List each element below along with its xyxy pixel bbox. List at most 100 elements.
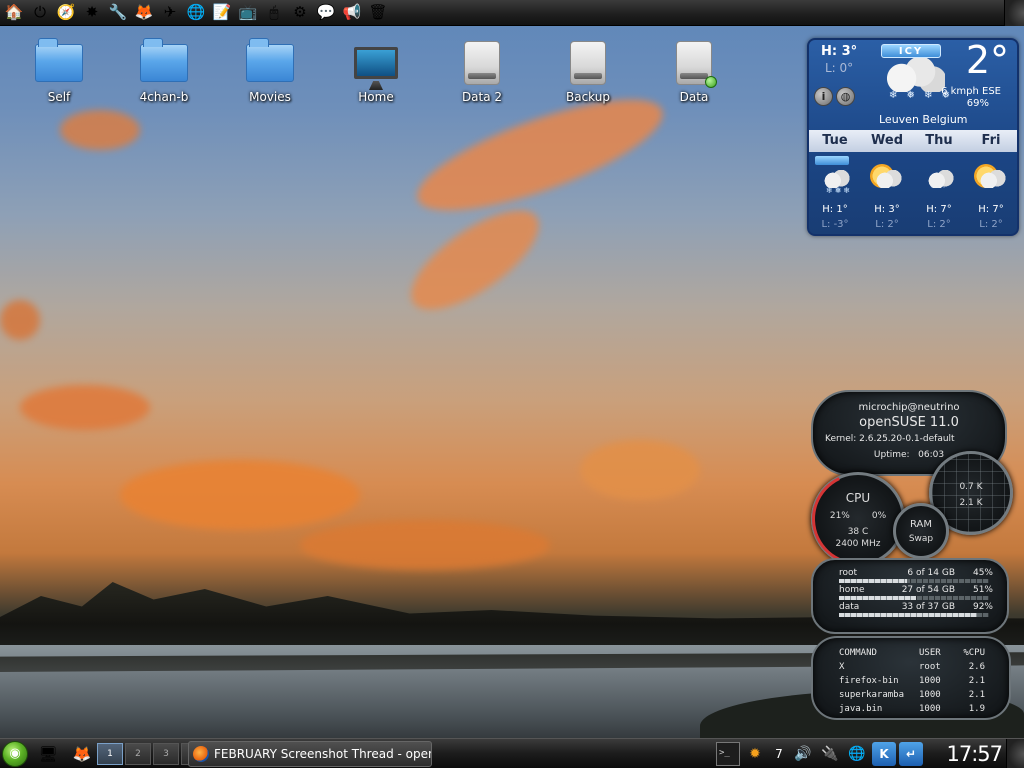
forecast-days: Tue Wed Thu Fri [809, 130, 1017, 152]
disk-row-home: home 27 of 54 GB 51% [839, 585, 993, 595]
globe-icon[interactable]: 🌐 [184, 1, 208, 25]
process-cpu: 2.6 [968, 662, 985, 672]
emblem-icon[interactable]: ✸ [80, 1, 104, 25]
process-row: superkaramba 1000 2.1 [839, 688, 999, 702]
clock[interactable]: 17:57 [946, 739, 1003, 768]
desktop-icon-data[interactable]: Data [649, 36, 739, 104]
compass-icon[interactable]: 🧭 [54, 1, 78, 25]
folder-icon [246, 38, 294, 82]
kickoff-menu-button[interactable]: ◉ [2, 741, 28, 767]
forecast-thu: ˙˙˙ H: 7° L: 2° [913, 154, 965, 232]
megaphone-icon[interactable]: 📢 [340, 1, 364, 25]
process-list-panel: COMMAND USER %CPU Xroot 2.6 firefox-bin 100… [811, 636, 1011, 720]
terminal-icon[interactable]: >_ [716, 742, 740, 766]
humidity: 69% [966, 98, 989, 109]
klipper-icon[interactable]: K [872, 742, 896, 766]
firefox-icon[interactable]: 🦊 [132, 1, 156, 25]
column-command: COMMAND [839, 648, 877, 658]
disk-usage-fill [839, 596, 916, 600]
disk-usage-bar [839, 596, 989, 600]
current-high-temp: H: 3° [821, 44, 858, 59]
show-desktop-icon[interactable]: 🖥 [36, 742, 60, 766]
disk-usage: 33 of 37 GB [901, 602, 955, 612]
desktop-icon-self[interactable]: Self [14, 36, 104, 104]
virtual-desktop-1[interactable]: 1 [97, 743, 123, 765]
forecast-low: L: 2° [979, 219, 1003, 230]
firefox-launcher-icon[interactable]: 🦊 [70, 742, 94, 766]
disk-usage-fill [839, 579, 907, 583]
hard-drive-icon [676, 41, 717, 88]
desktop-icon-backup[interactable]: Backup [543, 36, 633, 104]
desktop-icon-4chan-b[interactable]: 4chan-b [119, 36, 209, 104]
task-firefox[interactable]: FEBRUARY Screenshot Thread - open [188, 741, 432, 767]
power-icon[interactable]: ⏻ [28, 1, 52, 25]
folder-icon [35, 38, 83, 82]
text-editor-icon[interactable]: 📝 [210, 1, 234, 25]
forecast-high: H: 7° [926, 204, 952, 215]
desktop-icon-label: Backup [566, 90, 610, 104]
settings-icon[interactable]: ⚙ [288, 1, 312, 25]
process-command: java.bin [839, 704, 883, 714]
process-command: firefox-bin [839, 676, 899, 686]
desktop-icon-label: Self [47, 90, 71, 104]
partly-cloudy-icon [861, 156, 913, 198]
user-host: microchip@neutrino [858, 402, 960, 413]
sun-weather-icon[interactable]: ✹ [743, 742, 767, 766]
process-row: Xroot 2.6 [839, 660, 999, 674]
plane-icon[interactable]: ✈ [158, 1, 182, 25]
icy-snow-icon: ❄❅❄ [809, 156, 861, 198]
kmplayer-icon[interactable]: 📺 [236, 1, 260, 25]
forecast-row: ❄❅❄ H: 1° L: -3° H: 3° L: 2° ˙˙˙ H: 7° L: 2° H: … [809, 154, 1017, 232]
process-user: root [919, 662, 941, 672]
forecast-day: Fri [981, 133, 1001, 148]
process-row: firefox-bin 1000 2.1 [839, 674, 999, 688]
column-cpu: %CPU [963, 648, 985, 658]
volume-icon[interactable]: 🔊 [791, 742, 815, 766]
process-cpu: 2.1 [968, 676, 985, 686]
net-up-rate: 2.1 K [959, 498, 983, 508]
desktop-icon-movies[interactable]: Movies [225, 36, 315, 104]
tray-count: 7 [775, 747, 783, 761]
mouse-icon[interactable]: 🖱 [262, 1, 286, 25]
disk-usage-bar [839, 613, 989, 617]
forecast-fri: H: 7° L: 2° [965, 154, 1017, 232]
snow-cloud-icon [883, 58, 945, 92]
forecast-high: H: 3° [874, 204, 900, 215]
network-manager-icon[interactable]: 🔌 [818, 742, 842, 766]
process-cpu: 2.1 [968, 690, 985, 700]
computer-icon [354, 47, 398, 79]
forecast-low: L: 2° [875, 219, 899, 230]
cpu-temperature: 38 C [847, 527, 869, 537]
trash-icon[interactable]: 🗑 [366, 1, 390, 25]
update-globe-icon[interactable]: 🌐 [845, 742, 869, 766]
home-folder-icon[interactable]: 🏠 [2, 1, 26, 25]
weather-widget: H: 3° L: 0° ICY ❄ ❅ ❄ ❅ 2° 6 kmph ESE 69… [807, 38, 1019, 236]
system-tray: >_ ✹ 7 🔊 🔌 🌐 K ↵ [716, 742, 923, 766]
hard-drive-icon [570, 41, 606, 85]
disk-name: root [839, 568, 858, 578]
uptime-label: Uptime: [873, 450, 910, 460]
chat-icon[interactable]: 💬 [314, 1, 338, 25]
process-header: COMMAND USER %CPU [839, 646, 999, 660]
device-notifier-icon[interactable]: ↵ [899, 742, 923, 766]
os-name: openSUSE 11.0 [859, 415, 959, 430]
net-down-rate: 0.7 K [959, 482, 983, 492]
virtual-desktop-3[interactable]: 3 [153, 743, 179, 765]
weather-provider-badge: ICY [881, 44, 941, 58]
wrench-icon[interactable]: 🔧 [106, 1, 130, 25]
showers-icon: ˙˙˙ [913, 156, 965, 198]
desktop-icon-home[interactable]: Home [331, 36, 421, 104]
disk-usage: 27 of 54 GB [901, 585, 955, 595]
desktop-icon-label: Movies [249, 90, 291, 104]
disk-row-root: root 6 of 14 GB 45% [839, 568, 993, 578]
globe-icon[interactable]: ◍ [836, 87, 855, 106]
desktop-icon-label: Data 2 [461, 90, 503, 104]
top-panel: 🏠 ⏻ 🧭 ✸ 🔧 🦊 ✈ 🌐 📝 📺 🖱 ⚙ 💬 📢 🗑 [0, 0, 1024, 26]
desktop-icon-data-2[interactable]: Data 2 [437, 36, 527, 104]
disk-name: data [839, 602, 860, 612]
virtual-desktop-2[interactable]: 2 [125, 743, 151, 765]
current-temperature: 2° [965, 38, 1009, 82]
panel-corner-toolbox[interactable] [1004, 0, 1024, 26]
info-icon[interactable]: i [814, 87, 833, 106]
taskbar-corner-toolbox[interactable] [1006, 739, 1024, 768]
